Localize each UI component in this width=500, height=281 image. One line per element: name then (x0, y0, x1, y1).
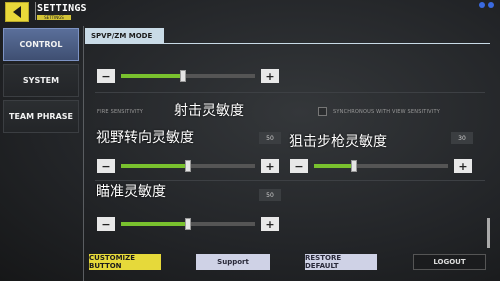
sidebar-divider (83, 26, 84, 281)
slider-fill (121, 164, 188, 168)
slider-track (314, 164, 448, 168)
sidebar-item-team-phrase[interactable]: TEAM PHRASE (3, 100, 79, 133)
logout-button[interactable]: LOGOUT (413, 254, 486, 270)
minus-button[interactable]: − (97, 159, 115, 173)
back-arrow-icon (13, 6, 21, 18)
slider-fill (314, 164, 355, 168)
tab-underline (85, 43, 490, 44)
support-button[interactable]: Support (196, 254, 270, 270)
tab-spvp-zm-mode[interactable]: SPVP/ZM MODE (85, 28, 164, 43)
minus-button[interactable]: − (97, 69, 115, 83)
view-sensitivity-value: 50 (259, 132, 281, 144)
fire-sensitivity-overlay: 射击灵敏度 (174, 103, 244, 119)
sidebar-item-control[interactable]: CONTROL (3, 28, 79, 61)
plus-button[interactable]: + (261, 69, 279, 83)
minus-button[interactable]: − (97, 217, 115, 231)
customize-button[interactable]: CUSTOMIZE BUTTON (89, 254, 161, 270)
view-sensitivity-label: 视野转向灵敏度 (96, 130, 194, 146)
aim-sensitivity-slider[interactable]: − + (97, 217, 281, 231)
sync-view-label: SYNCHRONOUS WITH VIEW SENSITIVITY (333, 109, 440, 115)
plus-button[interactable]: + (261, 217, 279, 231)
view-sensitivity-slider[interactable]: − + (97, 159, 281, 173)
minus-button[interactable]: − (290, 159, 308, 173)
slider-handle[interactable] (185, 160, 191, 172)
slider-handle[interactable] (185, 218, 191, 230)
plus-button[interactable]: + (261, 159, 279, 173)
status-dot-icon (488, 2, 494, 8)
top-sensitivity-slider[interactable]: − + (97, 69, 281, 83)
back-button[interactable] (5, 2, 29, 22)
sync-view-checkbox[interactable] (318, 107, 327, 116)
section-divider (95, 92, 485, 93)
page-title: SETTINGS (37, 3, 87, 14)
title-divider (35, 2, 36, 20)
scrollbar[interactable] (487, 218, 490, 248)
sniper-sensitivity-slider[interactable]: − + (290, 159, 474, 173)
slider-handle[interactable] (351, 160, 358, 172)
sniper-sensitivity-label: 狙击步枪灵敏度 (289, 134, 387, 150)
top-bar: SETTINGS SETTINGS (0, 0, 500, 24)
fire-sensitivity-label: FIRE SENSITIVITY (97, 109, 144, 115)
page-subtitle: SETTINGS (37, 15, 71, 20)
plus-button[interactable]: + (454, 159, 472, 173)
sidebar: CONTROL SYSTEM TEAM PHRASE (3, 28, 79, 136)
slider-fill (121, 74, 183, 78)
restore-default-button[interactable]: RESTORE DEFAULT (305, 254, 377, 270)
sniper-sensitivity-value: 30 (451, 132, 473, 144)
sidebar-item-system[interactable]: SYSTEM (3, 64, 79, 97)
system-status-icons (479, 2, 494, 8)
slider-track (121, 74, 255, 78)
slider-handle[interactable] (179, 70, 186, 82)
slider-fill (121, 222, 188, 226)
aim-sensitivity-value: 50 (259, 189, 281, 201)
aim-sensitivity-label: 瞄准灵敏度 (96, 184, 166, 200)
status-dot-icon (479, 2, 485, 8)
